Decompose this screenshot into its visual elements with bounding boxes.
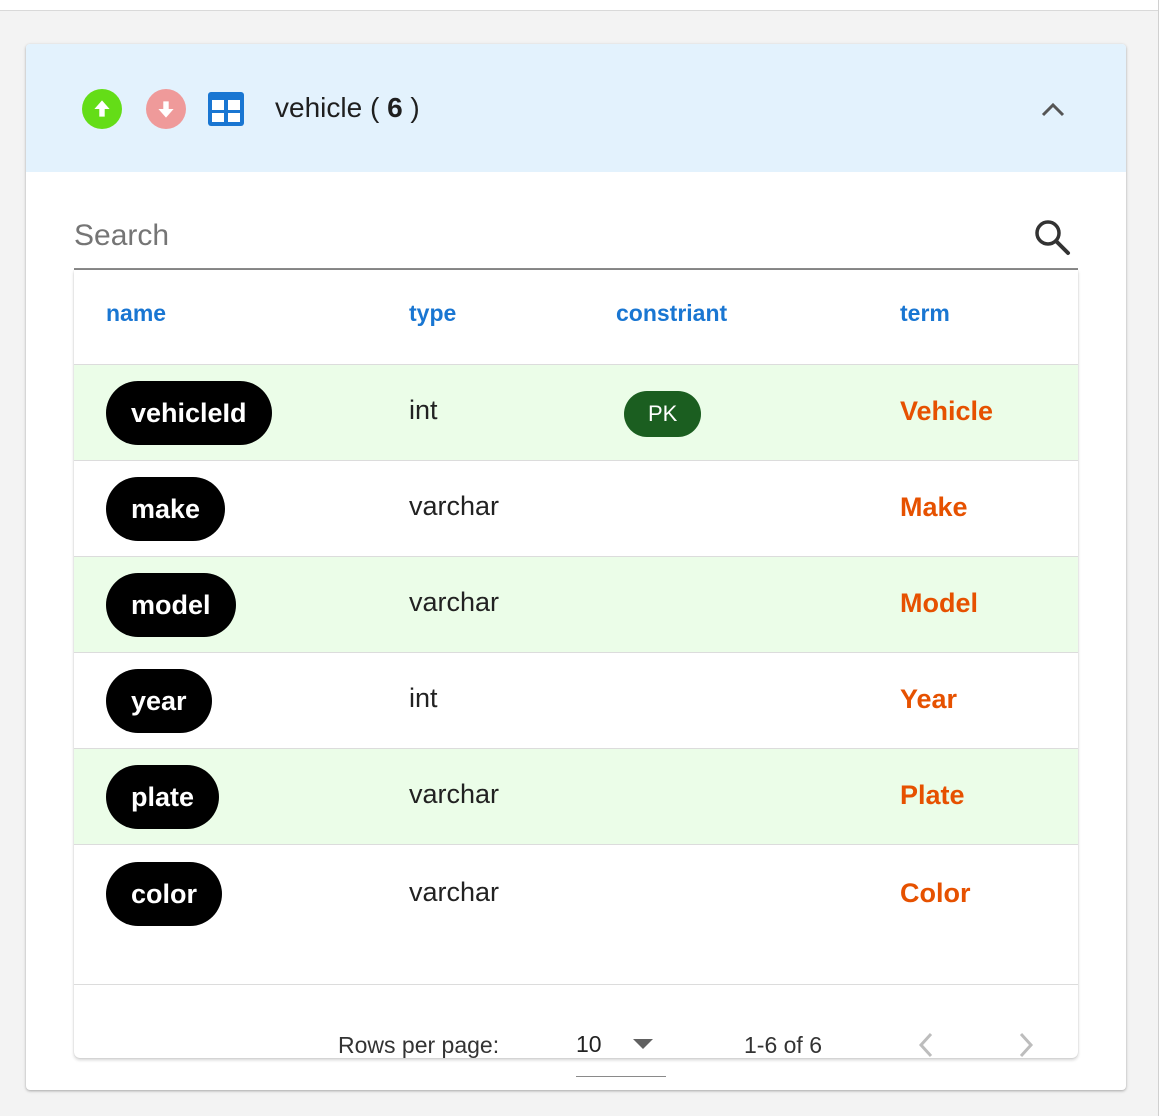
- name-chip[interactable]: make: [106, 477, 226, 541]
- table-row[interactable]: vehicleId int PK Vehicle: [74, 364, 1078, 460]
- search-icon[interactable]: [1032, 217, 1072, 257]
- table-row[interactable]: year int Year: [74, 652, 1078, 748]
- count-open: (: [362, 92, 388, 123]
- type-cell: varchar: [409, 587, 500, 617]
- table-row[interactable]: make varchar Make: [74, 460, 1078, 556]
- column-header-term[interactable]: term: [900, 300, 950, 327]
- arrow-up-icon[interactable]: [82, 89, 122, 129]
- table-pagination: Rows per page: 10 1-6 of 6: [74, 984, 1078, 1077]
- entity-card-header[interactable]: vehicle ( 6 ): [26, 44, 1126, 172]
- type-cell: int: [409, 683, 438, 713]
- table-icon: [208, 92, 244, 126]
- column-header-name[interactable]: name: [106, 300, 166, 327]
- table-row[interactable]: color varchar Color: [74, 844, 1078, 940]
- entity-name: vehicle: [275, 92, 363, 123]
- type-cell: int: [409, 395, 438, 425]
- dropdown-arrow-icon[interactable]: [633, 1039, 653, 1049]
- pk-chip: PK: [624, 391, 702, 437]
- name-chip[interactable]: color: [106, 862, 223, 926]
- name-chip[interactable]: vehicleId: [106, 381, 272, 445]
- type-cell: varchar: [409, 877, 500, 907]
- chevron-up-icon[interactable]: [1038, 94, 1068, 124]
- term-link[interactable]: Vehicle: [900, 396, 993, 427]
- type-cell: varchar: [409, 491, 500, 521]
- rows-per-page-value[interactable]: 10: [576, 1031, 602, 1058]
- term-link[interactable]: Plate: [900, 780, 965, 811]
- entity-card: vehicle ( 6 ) name type constriant term …: [26, 44, 1126, 1090]
- name-chip[interactable]: plate: [106, 765, 220, 829]
- name-chip[interactable]: model: [106, 573, 236, 637]
- type-cell: varchar: [409, 779, 500, 809]
- entity-count: 6: [387, 92, 403, 123]
- column-header-constraint[interactable]: constriant: [616, 300, 727, 327]
- table-row[interactable]: plate varchar Plate: [74, 748, 1078, 844]
- arrow-down-icon[interactable]: [146, 89, 186, 129]
- name-chip[interactable]: year: [106, 669, 212, 733]
- term-link[interactable]: Make: [900, 492, 968, 523]
- column-header-type[interactable]: type: [409, 300, 456, 327]
- columns-table: name type constriant term vehicleId int …: [74, 270, 1078, 1077]
- term-link[interactable]: Year: [900, 684, 957, 715]
- chevron-left-icon[interactable]: [912, 1027, 940, 1063]
- top-bar: [0, 0, 1158, 11]
- search-input[interactable]: [74, 214, 1014, 258]
- count-close: ): [402, 92, 420, 123]
- search-field[interactable]: [74, 204, 1078, 270]
- chevron-right-icon[interactable]: [1012, 1027, 1040, 1063]
- entity-title: vehicle ( 6 ): [275, 88, 420, 128]
- table-row[interactable]: model varchar Model: [74, 556, 1078, 652]
- pagination-range: 1-6 of 6: [744, 1032, 822, 1058]
- term-link[interactable]: Color: [900, 878, 971, 909]
- rows-per-page-select[interactable]: 10: [576, 1025, 666, 1077]
- term-link[interactable]: Model: [900, 588, 978, 619]
- rows-per-page-label: Rows per page:: [338, 1032, 500, 1058]
- right-edge-panel: [1158, 0, 1174, 1116]
